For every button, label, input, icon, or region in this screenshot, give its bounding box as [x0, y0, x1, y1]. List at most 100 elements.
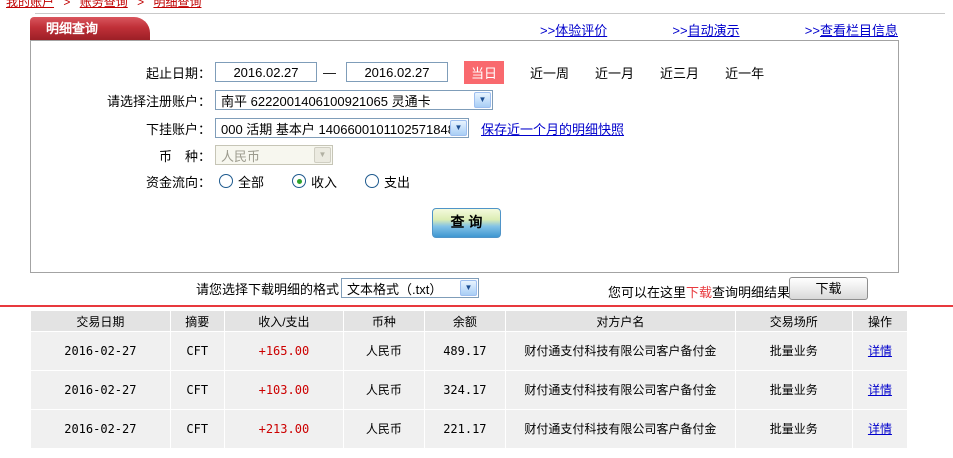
sub-account-label: 下挂账户： [145, 121, 211, 137]
sub-account-select[interactable]: 000 活期 基本户 1406600101102571848 ▼ [215, 118, 469, 138]
chevron-down-icon: ▼ [314, 147, 331, 163]
quick-range-quarter[interactable]: 近三月 [660, 63, 699, 82]
cell-balance: 221.17 [424, 410, 506, 448]
snapshot-link[interactable]: 保存近一个月的明细快照 [481, 119, 624, 138]
detail-query-page: 我的账户 > 账务查询 > 明细查询 明细查询 >>体验评价 >>自动演示 >>… [0, 0, 953, 458]
column-header-action: 操作 [852, 311, 907, 331]
link-label: 自动演示 [687, 23, 740, 38]
fund-flow-label: 资金流向： [145, 174, 211, 190]
chevrons: >> [804, 23, 820, 38]
download-hint-red: 下载 [686, 285, 713, 300]
link-column-info[interactable]: >>查看栏目信息 [805, 20, 898, 39]
column-header-counterparty: 对方户名 [506, 311, 735, 331]
cell-counterparty: 财付通支付科技有限公司客户备付金 [506, 332, 735, 370]
cell-currency: 人民币 [344, 371, 424, 409]
cell-currency: 人民币 [344, 332, 424, 370]
radio-income[interactable]: 收入 [292, 172, 337, 191]
cell-action: 详情 [852, 332, 907, 370]
cell-counterparty: 财付通支付科技有限公司客户备付金 [506, 410, 735, 448]
date-range-label: 起止日期： [145, 65, 211, 81]
download-format-row: 请您选择下载明细的格式 文本格式（.txt） ▼ [196, 278, 480, 298]
cell-action: 详情 [852, 371, 907, 409]
date-range-row: 起止日期： — 当日 近一周 近一月 近三月 近一年 [31, 60, 890, 84]
radio-all-label: 全部 [238, 174, 265, 190]
cell-action: 详情 [852, 410, 907, 448]
currency-row: 币 种： 人民币 ▼ [31, 144, 890, 166]
download-format-label: 请您选择下载明细的格式 [196, 281, 340, 297]
detail-link[interactable]: 详情 [868, 344, 892, 358]
download-hint-suffix: 查询明细结果 [712, 285, 791, 300]
results-table-wrap: 交易日期 摘要 收入/支出 币种 余额 对方户名 交易场所 操作 2016-02… [30, 310, 908, 449]
breadcrumb-separator: > [63, 0, 71, 9]
radio-expense-label: 支出 [384, 174, 411, 190]
cell-venue: 批量业务 [735, 371, 852, 409]
fund-flow-row: 资金流向： 全部 收入 支出 [31, 170, 890, 192]
breadcrumb-item-my-account[interactable]: 我的账户 [6, 0, 54, 9]
query-form-panel: 起止日期： — 当日 近一周 近一月 近三月 近一年 请选择注册账户： 南平 6… [30, 40, 899, 273]
breadcrumb-item-account-query[interactable]: 账务查询 [80, 0, 128, 9]
red-divider [0, 305, 953, 307]
column-header-venue: 交易场所 [735, 311, 852, 331]
cell-amount: +213.00 [224, 410, 344, 448]
download-button[interactable]: 下载 [789, 277, 868, 300]
chevron-down-icon[interactable]: ▼ [450, 120, 467, 136]
link-experience-rating[interactable]: >>体验评价 [540, 20, 607, 39]
link-label: 查看栏目信息 [819, 23, 898, 38]
breadcrumb: 我的账户 > 账务查询 > 明细查询 [6, 0, 201, 10]
column-header-date: 交易日期 [31, 311, 170, 331]
radio-all[interactable]: 全部 [219, 172, 264, 191]
currency-select: 人民币 ▼ [215, 145, 333, 165]
radio-icon [365, 174, 380, 188]
chevron-down-icon[interactable]: ▼ [474, 92, 491, 108]
breadcrumb-item-detail-query[interactable]: 明细查询 [153, 0, 201, 9]
download-format-value: 文本格式（.txt） [347, 281, 443, 297]
table-header-row: 交易日期 摘要 收入/支出 币种 余额 对方户名 交易场所 操作 [31, 311, 907, 331]
register-account-value: 南平 6222001406100921065 灵通卡 [221, 93, 431, 109]
cell-balance: 324.17 [424, 371, 506, 409]
table-row: 2016-02-27 CFT +103.00 人民币 324.17 财付通支付科… [31, 371, 907, 409]
quick-range-week[interactable]: 近一周 [530, 63, 569, 82]
quick-range-today[interactable]: 当日 [464, 60, 505, 84]
download-format-select[interactable]: 文本格式（.txt） ▼ [341, 278, 480, 298]
radio-expense[interactable]: 支出 [365, 172, 410, 191]
register-account-select[interactable]: 南平 6222001406100921065 灵通卡 ▼ [215, 90, 493, 110]
date-to-input[interactable] [346, 62, 448, 82]
currency-value: 人民币 [221, 148, 261, 164]
column-header-balance: 余额 [424, 311, 506, 331]
cell-currency: 人民币 [344, 410, 424, 448]
query-button[interactable]: 查 询 [432, 208, 501, 238]
quick-range-month[interactable]: 近一月 [595, 63, 634, 82]
top-divider [35, 13, 945, 14]
radio-income-label: 收入 [311, 174, 338, 190]
cell-amount: +165.00 [224, 332, 344, 370]
cell-venue: 批量业务 [735, 410, 852, 448]
link-auto-demo[interactable]: >>自动演示 [672, 20, 739, 39]
tab-detail-query[interactable]: 明细查询 [30, 17, 150, 40]
radio-checked-icon [292, 174, 307, 188]
breadcrumb-separator: > [137, 0, 145, 9]
header-links: >>体验评价 >>自动演示 >>查看栏目信息 [540, 20, 898, 39]
cell-summary: CFT [170, 371, 224, 409]
register-account-row: 请选择注册账户： 南平 6222001406100921065 灵通卡 ▼ [31, 89, 890, 111]
cell-balance: 489.17 [424, 332, 506, 370]
table-row: 2016-02-27 CFT +213.00 人民币 221.17 财付通支付科… [31, 410, 907, 448]
quick-range-year[interactable]: 近一年 [725, 63, 764, 82]
table-row: 2016-02-27 CFT +165.00 人民币 489.17 财付通支付科… [31, 332, 907, 370]
cell-summary: CFT [170, 410, 224, 448]
sub-account-value: 000 活期 基本户 1406600101102571848 [221, 121, 455, 137]
link-label: 体验评价 [555, 23, 608, 38]
chevron-down-icon[interactable]: ▼ [460, 280, 478, 296]
detail-link[interactable]: 详情 [868, 422, 892, 436]
cell-venue: 批量业务 [735, 332, 852, 370]
radio-icon [219, 174, 233, 188]
chevrons: >> [540, 23, 556, 38]
column-header-amount: 收入/支出 [224, 311, 344, 331]
cell-date: 2016-02-27 [31, 410, 170, 448]
sub-account-row: 下挂账户： 000 活期 基本户 1406600101102571848 ▼ 保… [31, 117, 890, 139]
column-header-currency: 币种 [344, 311, 424, 331]
detail-link[interactable]: 详情 [868, 383, 892, 397]
date-from-input[interactable] [215, 62, 317, 82]
cell-counterparty: 财付通支付科技有限公司客户备付金 [506, 371, 735, 409]
download-hint-prefix: 您可以在这里 [608, 285, 687, 300]
column-header-summary: 摘要 [170, 311, 224, 331]
